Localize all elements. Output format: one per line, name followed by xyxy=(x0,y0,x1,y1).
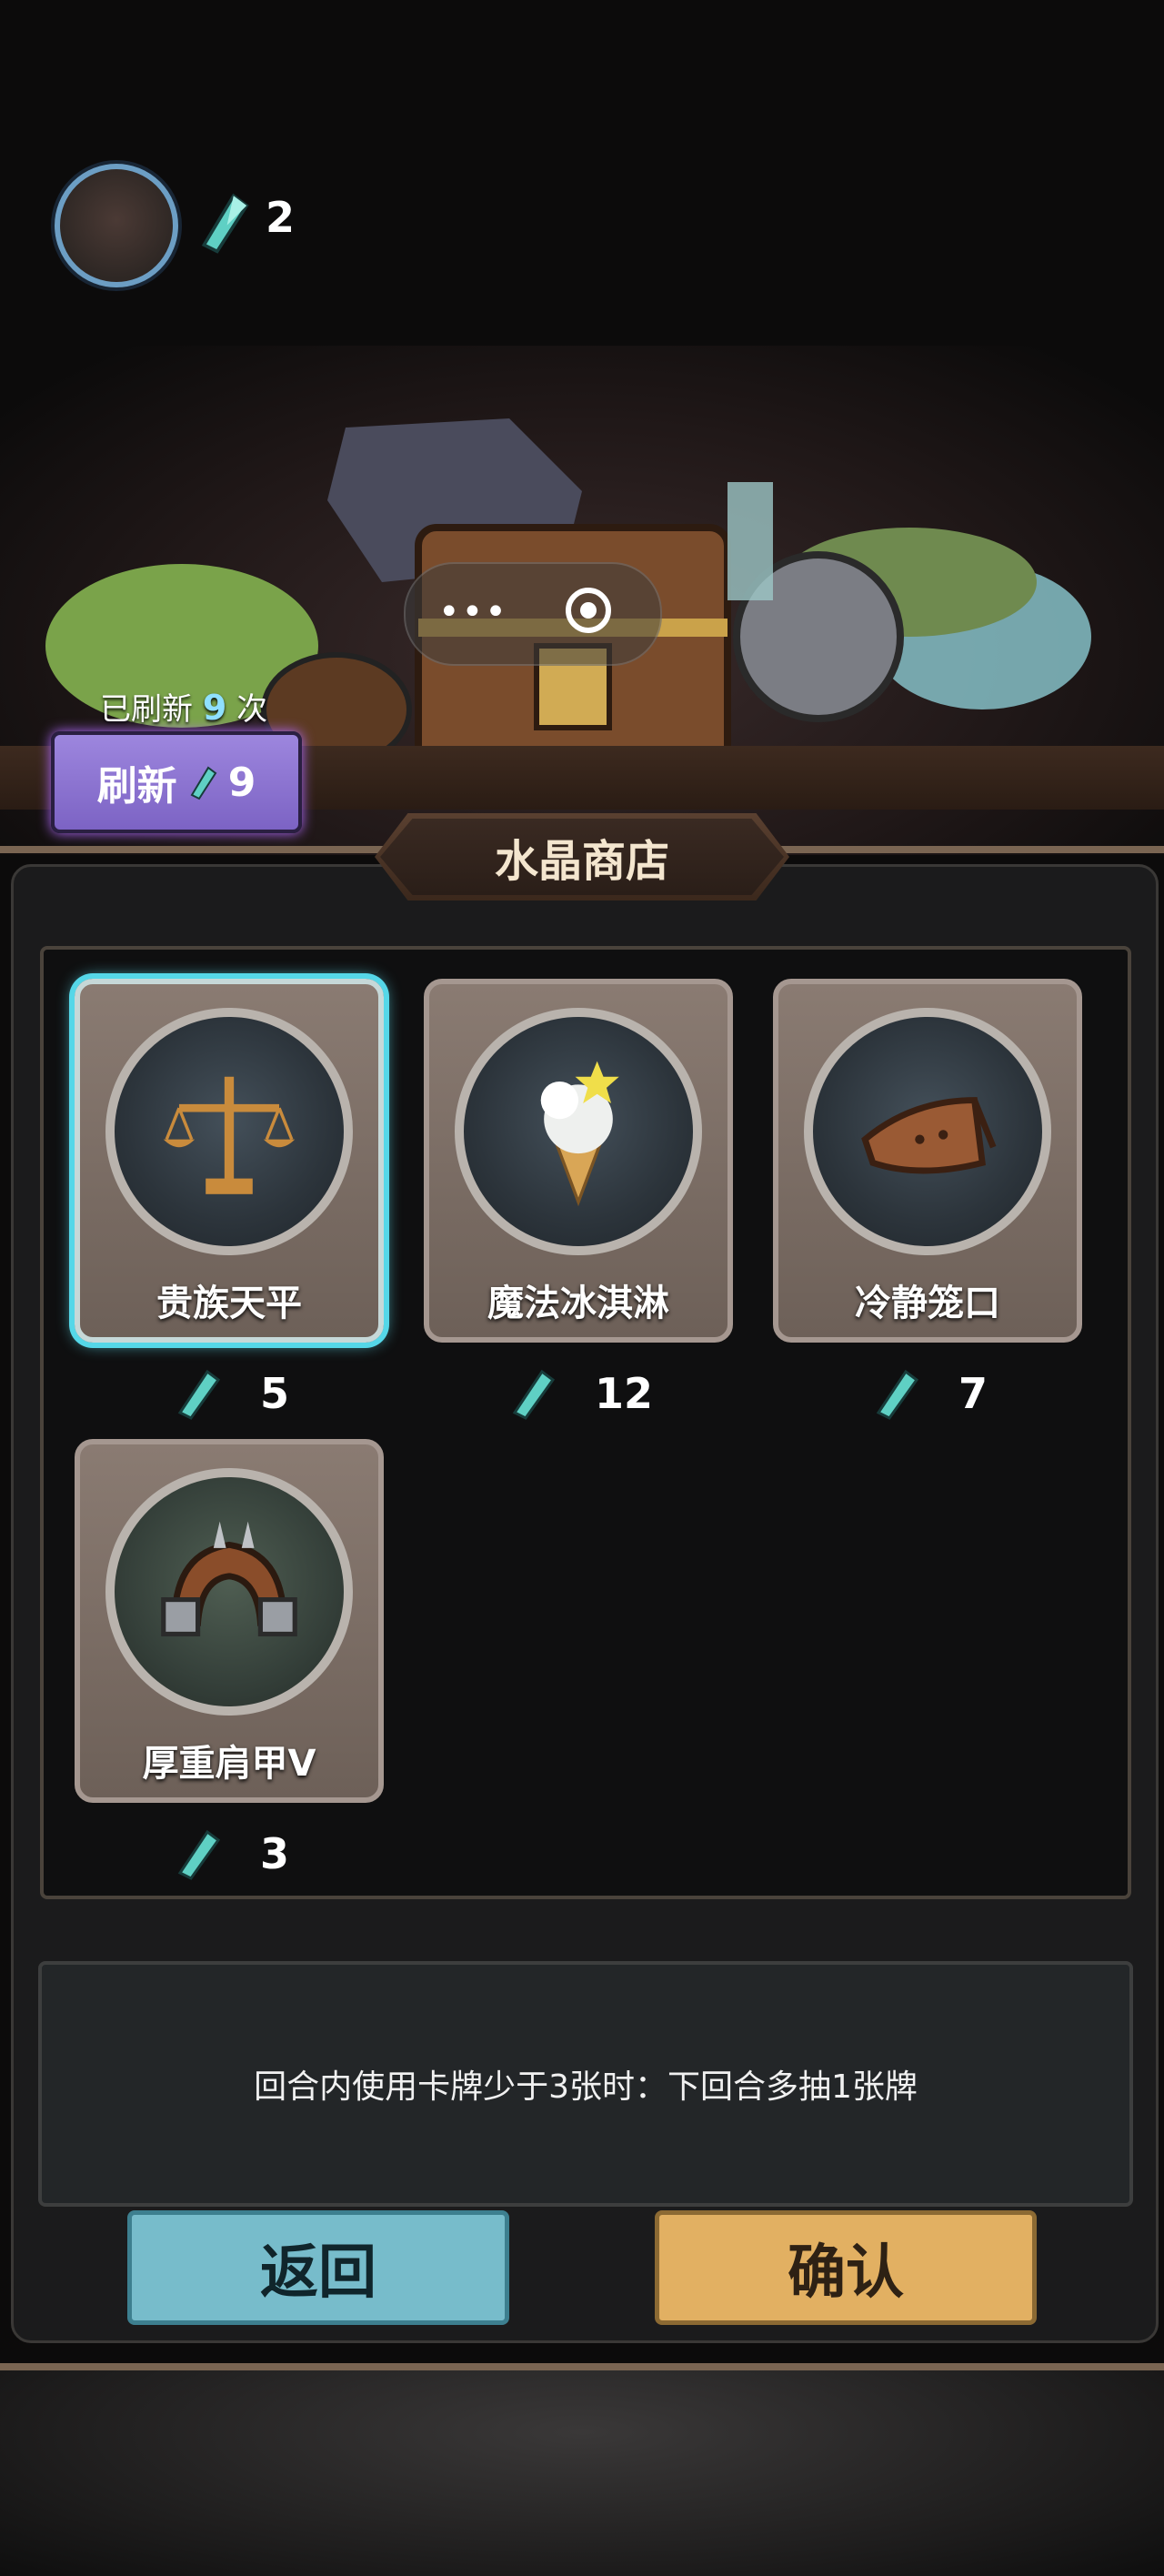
item-price-value: 5 xyxy=(259,1369,289,1418)
shop-card-noble-scale[interactable]: 贵族天平 xyxy=(75,979,384,1343)
item-orb xyxy=(455,1008,702,1255)
crystal-icon xyxy=(512,1369,556,1420)
item-price-value: 12 xyxy=(594,1369,653,1418)
bottom-background xyxy=(0,2370,1164,2576)
refresh-button-label: 刷新 xyxy=(96,763,177,810)
crystal-icon xyxy=(177,1369,221,1420)
frame-rail-bottom xyxy=(0,2363,1164,2370)
item-description-box: 回合内使用卡牌少于3张时：下回合多抽1张牌 xyxy=(38,1961,1133,2207)
refresh-info-prefix: 已刷新 xyxy=(100,691,193,728)
item-price-value: 3 xyxy=(259,1829,289,1878)
item-name: 冷静笼口 xyxy=(855,1283,1000,1324)
crystal-icon xyxy=(190,766,217,800)
refresh-button-cost: 9 xyxy=(227,759,256,806)
muzzle-icon xyxy=(861,1097,997,1174)
item-price: 3 xyxy=(75,1826,384,1881)
refresh-info-suffix: 次 xyxy=(236,691,268,728)
item-description: 回合内使用卡牌少于3张时：下回合多抽1张牌 xyxy=(254,2068,918,2106)
scale-icon xyxy=(163,1076,296,1194)
back-button[interactable]: 返回 xyxy=(127,2210,509,2325)
item-name: 贵族天平 xyxy=(156,1283,302,1324)
item-price-value: 7 xyxy=(958,1369,988,1418)
crystal-count: 2 xyxy=(266,193,296,242)
ice-cream-icon xyxy=(540,1061,619,1207)
shop-title: 水晶商店 xyxy=(494,836,669,887)
crystal-icon xyxy=(177,1829,221,1880)
item-name: 厚重肩甲V xyxy=(142,1743,316,1785)
shoulder-armor-icon xyxy=(161,1521,297,1637)
item-price: 12 xyxy=(424,1366,733,1421)
shop-card-heavy-shoulder-armor[interactable]: 厚重肩甲V xyxy=(75,1439,384,1803)
refresh-button[interactable]: 刷新 9 xyxy=(51,731,302,833)
item-price: 7 xyxy=(773,1366,1082,1421)
item-orb xyxy=(804,1008,1051,1255)
refresh-info-count: 9 xyxy=(202,688,227,728)
shop-card-calm-muzzle[interactable]: 冷静笼口 xyxy=(773,979,1082,1343)
more-options-button[interactable]: ••• xyxy=(438,591,508,633)
item-name: 魔法冰淇淋 xyxy=(487,1283,669,1324)
crystal-icon xyxy=(201,193,249,254)
shop-title-plaque: 水晶商店 xyxy=(375,813,789,901)
item-price: 5 xyxy=(75,1366,384,1421)
refresh-info: 已刷新 9 次 xyxy=(100,684,267,729)
confirm-button[interactable]: 确认 xyxy=(655,2210,1037,2325)
close-target-icon[interactable] xyxy=(566,588,611,633)
crystal-icon xyxy=(876,1369,919,1420)
shop-card-magic-ice-cream[interactable]: 魔法冰淇淋 xyxy=(424,979,733,1343)
item-orb xyxy=(105,1468,353,1716)
item-orb xyxy=(105,1008,353,1255)
player-avatar[interactable] xyxy=(55,164,178,287)
